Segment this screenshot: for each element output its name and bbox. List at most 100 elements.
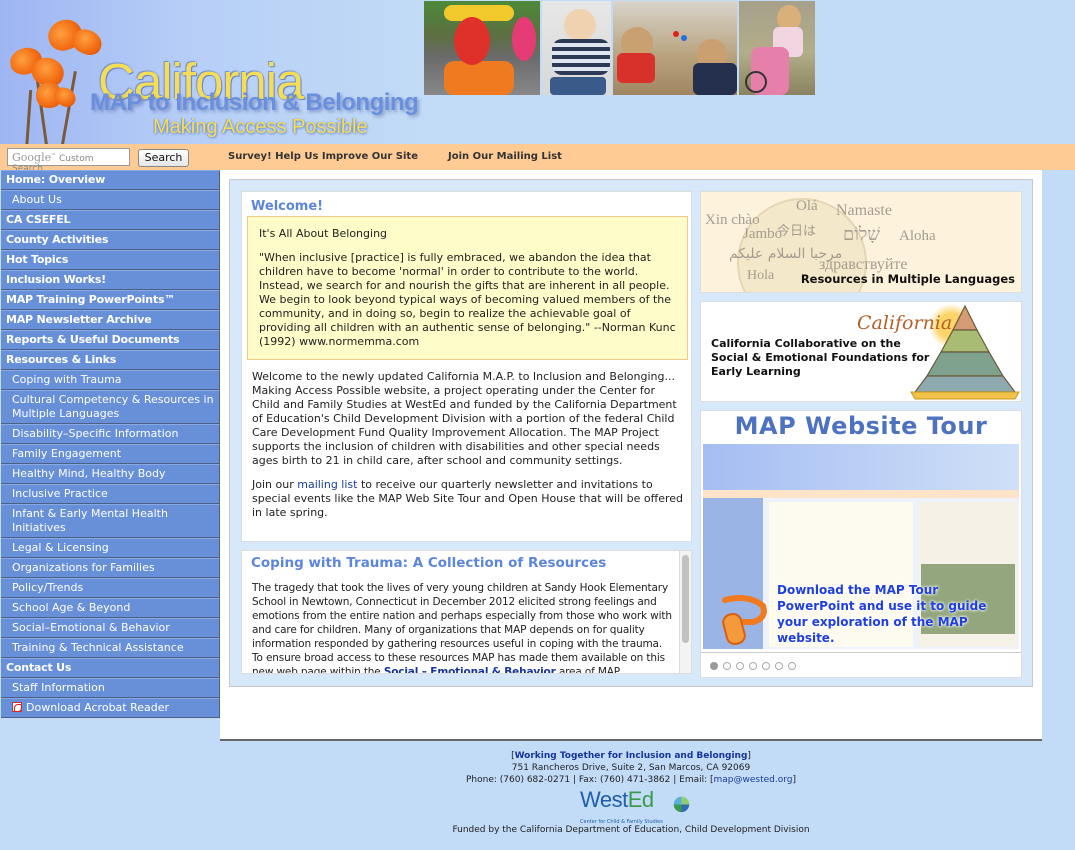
carousel-dot[interactable]	[749, 662, 757, 670]
content-container: Welcome! It's All About Belonging "When …	[229, 179, 1033, 687]
coping-suffix: area of MAP.	[555, 666, 622, 674]
carousel-dot[interactable]	[788, 662, 796, 670]
sidebar-item-organizations-for-families[interactable]: Organizations for Families	[1, 558, 220, 578]
sidebar-item-label: Disability–Specific Information	[12, 427, 179, 440]
welcome-title: Welcome!	[251, 199, 324, 214]
mailing-list-inline-link[interactable]: mailing list	[297, 478, 357, 491]
sidebar-item-inclusion-works[interactable]: Inclusion Works!	[1, 270, 220, 290]
sidebar-item-ca-csefel[interactable]: CA CSEFEL	[1, 210, 220, 230]
sidebar-item-training-technical-assistance[interactable]: Training & Technical Assistance	[1, 638, 220, 658]
lang-word: שָׁלוֹם	[843, 224, 881, 244]
sidebar-item-county-activities[interactable]: County Activities	[1, 230, 220, 250]
footer-tagline-link[interactable]: Working Together for Inclusion and Belon…	[515, 751, 748, 761]
email-link[interactable]: map@wested.org	[714, 775, 793, 785]
coping-body: The tragedy that took the lives of very …	[252, 581, 672, 674]
carousel-dot[interactable]	[723, 662, 731, 670]
coping-title[interactable]: Coping with Trauma: A Collection of Reso…	[251, 555, 606, 571]
welcome-intro: Welcome to the newly updated California …	[252, 370, 677, 467]
wested-west: West	[580, 787, 628, 812]
sidebar-item-about-us[interactable]: About Us	[1, 190, 220, 210]
join-prefix: Join our	[252, 478, 298, 491]
survey-link[interactable]: Survey! Help Us Improve Our Site	[228, 151, 418, 162]
main-content: Welcome! It's All About Belonging "When …	[220, 170, 1042, 741]
sidebar-item-download-acrobat-reader[interactable]: Download Acrobat Reader	[1, 698, 220, 718]
sidebar-item-label: Hot Topics	[6, 253, 69, 266]
sidebar-item-label: MAP Training PowerPoints™	[6, 293, 176, 306]
sidebar-item-reports-useful-documents[interactable]: Reports & Useful Documents	[1, 330, 220, 350]
sidebar-item-label: Staff Information	[12, 681, 105, 694]
sidebar-item-healthy-mind-healthy-body[interactable]: Healthy Mind, Healthy Body	[1, 464, 220, 484]
sidebar-item-social-emotional-behavior[interactable]: Social–Emotional & Behavior	[1, 618, 220, 638]
sidebar-item-contact-us[interactable]: Contact Us	[1, 658, 220, 678]
tour-download-link[interactable]: Download the MAP Tour PowerPoint and use…	[777, 582, 1017, 646]
website-tour-banner[interactable]: MAP Website Tour Download the MAP Tour P…	[700, 410, 1022, 678]
sidebar-item-resources-links[interactable]: Resources & Links	[1, 350, 220, 370]
children-playing-sandbox-photo	[613, 1, 737, 95]
lang-word: 今日は	[777, 224, 817, 239]
sidebar-item-staff-information[interactable]: Staff Information	[1, 678, 220, 698]
welcome-panel: Welcome! It's All About Belonging "When …	[241, 191, 692, 542]
lang-word: Hola	[747, 268, 775, 283]
sidebar-item-policy-trends[interactable]: Policy/Trends	[1, 578, 220, 598]
logo-subtitle: MAP to Inclusion & Belonging	[90, 89, 419, 116]
quote-text: "When inclusive [practice] is fully embr…	[259, 251, 676, 348]
site-header: California MAP to Inclusion & Belonging …	[0, 0, 1075, 144]
sidebar-item-label: Organizations for Families	[12, 561, 155, 574]
coping-text: The tragedy that took the lives of very …	[252, 582, 672, 674]
sidebar-item-map-training-powerpoints[interactable]: MAP Training PowerPoints™	[1, 290, 220, 310]
carousel-pagination	[701, 652, 1021, 677]
sidebar-item-family-engagement[interactable]: Family Engagement	[1, 444, 220, 464]
lang-word: Olá	[796, 198, 818, 214]
sidebar-item-label: Social–Emotional & Behavior	[12, 621, 170, 634]
carousel-dot[interactable]	[762, 662, 770, 670]
sidebar-item-label: Reports & Useful Documents	[6, 333, 180, 346]
footer-phone: Phone: (760) 682-0271 | Fax: (760) 471-3…	[465, 775, 714, 785]
languages-banner[interactable]: Xin chào Olá Namaste Jambo 今日は שָׁלוֹם A…	[700, 191, 1022, 293]
sidebar-item-coping-with-trauma[interactable]: Coping with Trauma	[1, 370, 220, 390]
sidebar-item-map-newsletter-archive[interactable]: MAP Newsletter Archive	[1, 310, 220, 330]
site-footer: [Working Together for Inclusion and Belo…	[220, 750, 1042, 836]
wested-wordmark: WestEd	[580, 789, 654, 811]
coping-scrollbar[interactable]	[679, 551, 691, 673]
sidebar-item-disability-specific-information[interactable]: Disability–Specific Information	[1, 424, 220, 444]
sidebar-item-cultural-competency-resources-in-multiple-languages[interactable]: Cultural Competency & Resources in Multi…	[1, 390, 220, 424]
sidebar-item-legal-licensing[interactable]: Legal & Licensing	[1, 538, 220, 558]
sidebar-item-label: CA CSEFEL	[6, 213, 71, 226]
sidebar-item-label: About Us	[12, 193, 62, 206]
quote-box: It's All About Belonging "When inclusive…	[247, 216, 688, 360]
sidebar-item-label: Policy/Trends	[12, 581, 84, 594]
csefel-banner[interactable]: California California Collaborative on t…	[700, 301, 1022, 402]
pyramid-icon	[910, 304, 1020, 400]
search-button[interactable]: Search	[138, 149, 189, 167]
poppy-flowers-image	[0, 0, 110, 144]
welcome-join: Join our mailing list to receive our qua…	[252, 478, 684, 520]
search-input[interactable]: Google™ Custom Search	[7, 148, 130, 174]
sidebar-item-label: Contact Us	[6, 661, 72, 674]
sidebar-item-inclusive-practice[interactable]: Inclusive Practice	[1, 484, 220, 504]
coping-panel: Coping with Trauma: A Collection of Reso…	[241, 550, 692, 674]
sidebar-item-home-overview[interactable]: Home: Overview	[1, 170, 220, 190]
footer-tagline: [Working Together for Inclusion and Belo…	[511, 751, 751, 761]
sidebar-item-label: Inclusive Practice	[12, 487, 108, 500]
pdf-icon	[12, 702, 22, 712]
logo-tagline: Making Access Possible	[153, 116, 368, 138]
carousel-dot[interactable]	[736, 662, 744, 670]
sidebar-item-hot-topics[interactable]: Hot Topics	[1, 250, 220, 270]
carousel-dot[interactable]	[775, 662, 783, 670]
child-in-toy-car-photo	[424, 1, 540, 95]
mailing-list-link[interactable]: Join Our Mailing List	[448, 151, 562, 162]
sidebar-item-label: School Age & Beyond	[12, 601, 131, 614]
lang-word: Namaste	[836, 202, 892, 219]
carousel-dot[interactable]	[710, 662, 718, 670]
sidebar-item-school-age-beyond[interactable]: School Age & Beyond	[1, 598, 220, 618]
sidebar-item-label: Resources & Links	[6, 353, 117, 366]
sidebar-item-label: Infant & Early Mental Health Initiatives	[12, 507, 168, 534]
wested-logo[interactable]: WestEd Center for Child & Family Studies	[566, 789, 696, 825]
scrollbar-thumb[interactable]	[682, 555, 689, 643]
sidebar-item-label: Inclusion Works!	[6, 273, 106, 286]
sidebar-item-label: Cultural Competency & Resources in Multi…	[12, 393, 214, 420]
sidebar-item-infant-early-mental-health-initiatives[interactable]: Infant & Early Mental Health Initiatives	[1, 504, 220, 538]
wested-ed: Ed	[627, 787, 654, 812]
social-emotional-link[interactable]: Social – Emotional & Behavior	[384, 666, 556, 673]
sidebar-item-label: Family Engagement	[12, 447, 122, 460]
